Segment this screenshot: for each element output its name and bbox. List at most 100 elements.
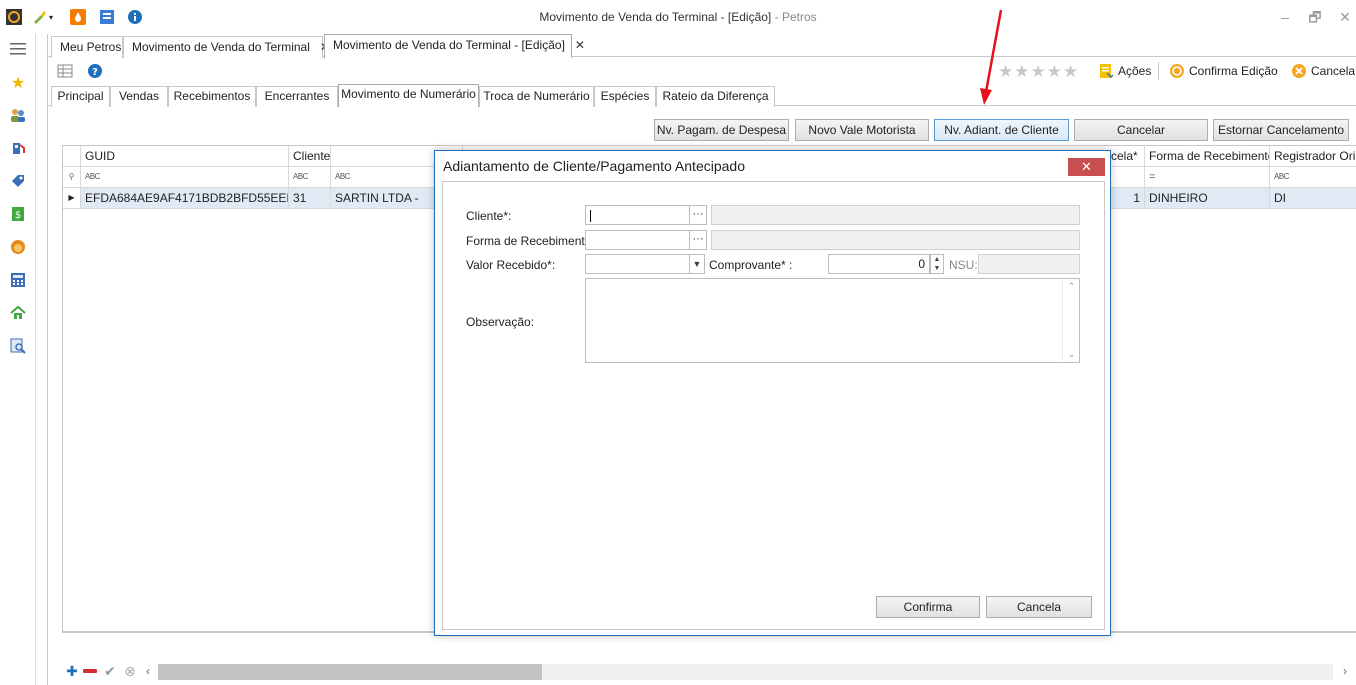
dialog-body: Cliente*: ··· Forma de Recebimento: ··· …: [442, 181, 1105, 630]
cancel-record-icon[interactable]: ⊗: [122, 663, 138, 679]
window-title: Movimento de Venda do Terminal - [Edição…: [539, 10, 817, 24]
tab-vendas[interactable]: Vendas: [110, 86, 168, 107]
estornar-cancelamento-button[interactable]: Estornar Cancelamento: [1213, 119, 1349, 141]
tab-meu-petros[interactable]: Meu Petros: [51, 36, 123, 58]
tab-label: Meu Petros: [60, 40, 122, 54]
help-icon[interactable]: ?: [86, 62, 104, 80]
cell-cliente[interactable]: 31: [289, 188, 331, 209]
grid-footer: [62, 632, 1356, 660]
users-icon[interactable]: [9, 106, 27, 124]
observacao-label: Observação:: [466, 315, 535, 329]
tab-movimento-venda-edicao[interactable]: Movimento de Venda do Terminal - [Edição…: [324, 34, 585, 58]
nsu-field: [978, 254, 1080, 274]
confirma-button[interactable]: Confirma: [876, 596, 980, 618]
cancel-icon: [1292, 64, 1306, 78]
tab-movimento-venda[interactable]: Movimento de Venda do Terminal✕: [123, 36, 330, 58]
filter-registrador[interactable]: ABC: [1270, 167, 1356, 188]
cell-guid[interactable]: EFDA684AE9AF4171BDB2BFD55EEF3684: [81, 188, 289, 209]
col-header-forma[interactable]: Forma de Recebimento*: [1145, 146, 1270, 167]
scroll-right-icon[interactable]: ›: [1337, 663, 1353, 679]
minimize-button[interactable]: –: [1270, 6, 1300, 28]
lion-icon[interactable]: [9, 238, 27, 256]
confirm-icon: [1170, 64, 1184, 78]
cancela-button[interactable]: Cancela: [1291, 63, 1355, 79]
tab-recebimentos[interactable]: Recebimentos: [168, 86, 256, 107]
forma-recebimento-input[interactable]: [585, 230, 690, 250]
nv-pagam-despesa-button[interactable]: Nv. Pagam. de Despesa: [654, 119, 789, 141]
cliente-lookup-button[interactable]: ···: [689, 205, 707, 225]
memo-scrollbar[interactable]: ⌃ ⌄: [1062, 279, 1079, 362]
svg-text:$: $: [15, 210, 21, 221]
money-icon[interactable]: $: [9, 205, 27, 223]
grid-view-icon[interactable]: [56, 62, 74, 80]
col-header-registrador[interactable]: Registrador Ori: [1270, 146, 1356, 167]
filter-pin-icon[interactable]: ⚲: [63, 167, 81, 188]
grid-navigator: ✚ ✔ ⊗ ‹ ›: [62, 662, 1356, 682]
confirm-record-icon[interactable]: ✔: [102, 663, 118, 679]
cancela-label: Cancela: [1311, 64, 1356, 78]
tab-rateio-diferenca[interactable]: Rateio da Diferença: [656, 86, 775, 107]
dialog-title: Adiantamento de Cliente/Pagamento Anteci…: [443, 158, 745, 174]
adiantamento-dialog: Adiantamento de Cliente/Pagamento Anteci…: [434, 150, 1111, 636]
comprovante-input[interactable]: 0: [828, 254, 930, 274]
valor-recebido-input[interactable]: [585, 254, 690, 274]
close-tab-icon[interactable]: ✕: [575, 38, 585, 52]
toolbar-separator: [1158, 62, 1159, 80]
cancelar-button[interactable]: Cancelar: [1074, 119, 1208, 141]
restore-button[interactable]: 🗗: [1300, 6, 1330, 28]
close-window-button[interactable]: ✕: [1330, 6, 1356, 28]
horizontal-scrollbar[interactable]: [158, 664, 1333, 680]
col-header-cliente[interactable]: Cliente: [289, 146, 331, 167]
col-header-guid[interactable]: GUID: [81, 146, 289, 167]
novo-vale-motorista-button[interactable]: Novo Vale Motorista: [795, 119, 929, 141]
svg-text:?: ?: [92, 67, 98, 78]
forma-lookup-button[interactable]: ···: [689, 230, 707, 250]
confirma-label: Confirma Edição: [1189, 64, 1278, 78]
tab-movimento-numerario[interactable]: Movimento de Numerário: [338, 84, 479, 107]
rating-stars[interactable]: ★★★★★: [998, 62, 1079, 82]
tag-icon[interactable]: [9, 172, 27, 190]
comprovante-label: Comprovante* :: [709, 258, 793, 272]
cliente-code-input[interactable]: [585, 205, 690, 225]
filter-cliente[interactable]: ABC: [289, 167, 331, 188]
cell-forma[interactable]: DINHEIRO: [1145, 188, 1270, 209]
scroll-down-icon[interactable]: ⌄: [1063, 349, 1080, 360]
confirma-edicao-button[interactable]: Confirma Edição: [1169, 63, 1278, 79]
title-bar: ▾ Movimento de Venda do Terminal - [Ediç…: [0, 0, 1356, 34]
calculator-icon[interactable]: [9, 271, 27, 289]
filter-guid[interactable]: ABC: [81, 167, 289, 188]
row-indicator-header: [63, 146, 81, 167]
favorites-star-icon[interactable]: ★: [9, 74, 27, 92]
left-sidebar: ★ $: [0, 34, 36, 685]
acoes-button[interactable]: Ações: [1098, 63, 1151, 79]
dialog-cancela-button[interactable]: Cancela: [986, 596, 1092, 618]
scrollbar-thumb[interactable]: [158, 664, 542, 680]
row-indicator-icon: ▶: [63, 188, 81, 209]
filter-forma[interactable]: =: [1145, 167, 1270, 188]
forma-description-field: [711, 230, 1080, 250]
scroll-left-icon[interactable]: ‹: [140, 663, 156, 679]
hamburger-menu-icon[interactable]: [9, 40, 27, 58]
tab-troca-numerario[interactable]: Troca de Numerário: [479, 86, 594, 107]
nv-adiant-cliente-button[interactable]: Nv. Adiant. de Cliente: [934, 119, 1069, 141]
home-icon[interactable]: [9, 304, 27, 322]
cell-registrador[interactable]: DI: [1270, 188, 1356, 209]
comprovante-spinner[interactable]: ▲ ▼: [930, 254, 944, 274]
cliente-label: Cliente*:: [466, 209, 512, 223]
actions-icon: [1100, 64, 1114, 79]
form-tabs: Principal Vendas Recebimentos Encerrante…: [48, 84, 1356, 107]
search-report-icon[interactable]: [9, 337, 27, 355]
cliente-name-field: [711, 205, 1080, 225]
scroll-up-icon[interactable]: ⌃: [1063, 281, 1080, 292]
tab-encerrantes[interactable]: Encerrantes: [256, 86, 338, 107]
tab-especies[interactable]: Espécies: [594, 86, 656, 107]
delete-record-icon[interactable]: [82, 663, 98, 679]
observacao-textarea[interactable]: ⌃ ⌄: [585, 278, 1080, 363]
tab-principal[interactable]: Principal: [51, 86, 110, 107]
text-cursor: [590, 209, 591, 222]
dialog-close-button[interactable]: ✕: [1068, 158, 1105, 176]
red-arrow-annotation: [980, 9, 1003, 105]
valor-dropdown-button[interactable]: ▼: [689, 254, 705, 274]
add-record-icon[interactable]: ✚: [64, 663, 80, 679]
fuel-pump-icon[interactable]: [9, 139, 27, 157]
